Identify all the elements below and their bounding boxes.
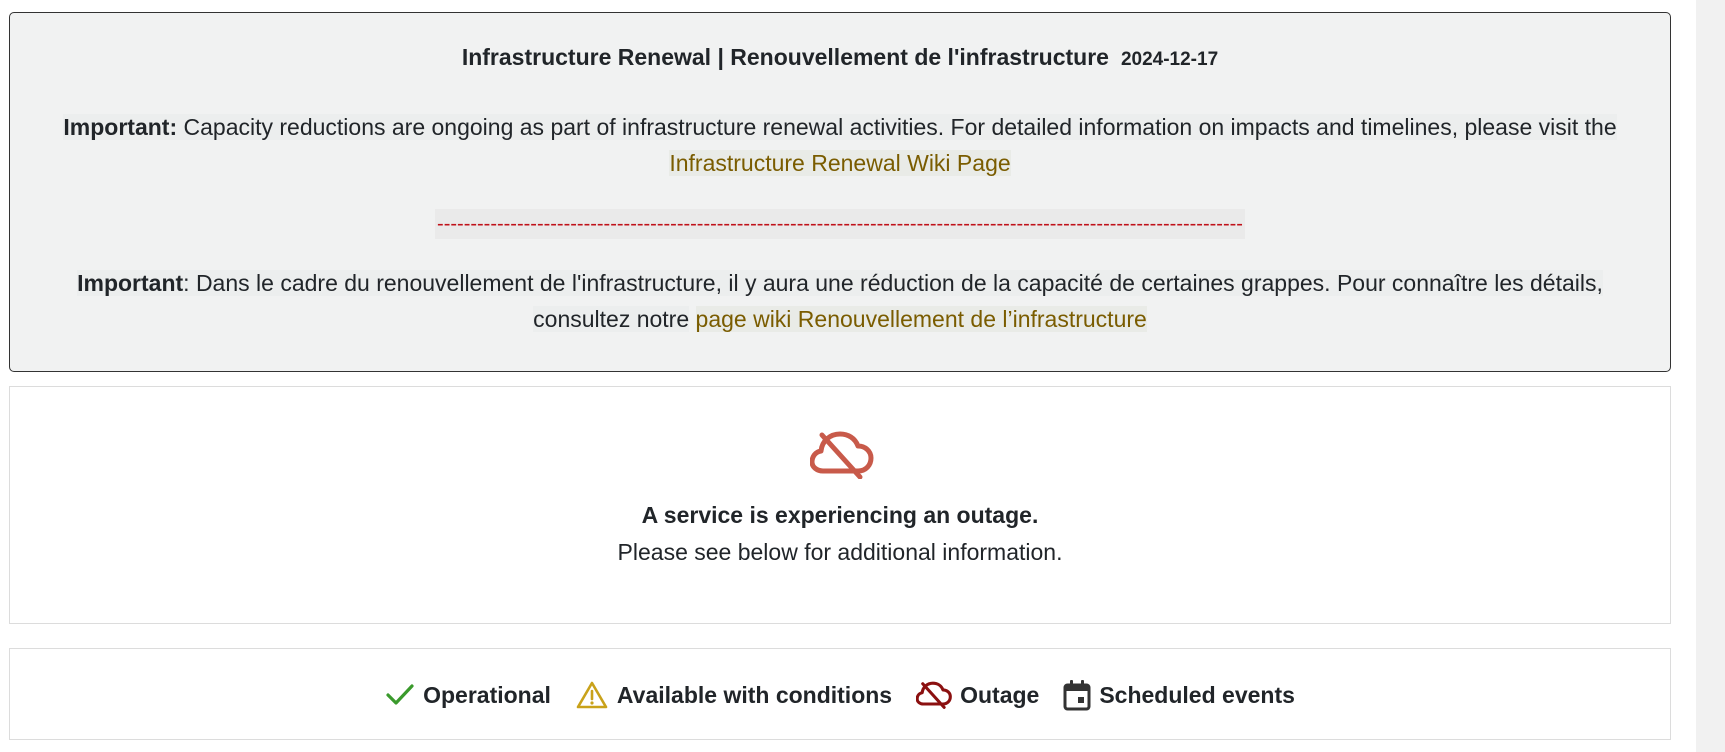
status-legend: Operational Available with conditions Ou…	[10, 679, 1670, 711]
renouvellement-wiki-link[interactable]: page wiki Renouvellement de l’infrastruc…	[695, 306, 1147, 332]
announcement-title: Infrastructure Renewal | Renouvellement …	[10, 44, 1670, 71]
language-divider: ----------------------------------------…	[10, 209, 1670, 241]
warning-icon	[576, 681, 608, 709]
calendar-icon	[1063, 680, 1091, 711]
legend-label: Outage	[960, 681, 1040, 708]
announcement-banner: Infrastructure Renewal | Renouvellement …	[9, 12, 1671, 372]
status-legend-panel: Operational Available with conditions Ou…	[9, 648, 1671, 740]
announcement-french: Important: Dans le cadre du renouvelleme…	[40, 265, 1640, 337]
status-subtext: Please see below for additional informat…	[617, 539, 1063, 565]
announcement-title-text: Infrastructure Renewal | Renouvellement …	[461, 44, 1109, 70]
legend-scheduled-events: Scheduled events	[1063, 679, 1295, 711]
cloud-off-icon	[916, 681, 952, 709]
divider-text: ----------------------------------------…	[435, 209, 1245, 239]
legend-label: Available with conditions	[616, 681, 893, 708]
announcement-fr-label: Important	[77, 270, 184, 296]
status-headline: A service is experiencing an outage.	[641, 502, 1039, 528]
announcement-english: Important: Capacity reductions are ongoi…	[40, 109, 1640, 181]
legend-label: Scheduled events	[1099, 681, 1295, 708]
legend-outage: Outage	[916, 681, 1039, 709]
legend-label: Operational	[423, 681, 551, 708]
infrastructure-renewal-wiki-link[interactable]: Infrastructure Renewal Wiki Page	[669, 150, 1011, 176]
legend-available-with-conditions: Available with conditions	[575, 680, 892, 710]
announcement-en-label: Important:	[63, 114, 178, 140]
cloud-off-icon	[810, 431, 874, 479]
announcement-en-text: Capacity reductions are ongoing as part …	[183, 114, 1617, 140]
announcement-date: 2024-12-17	[1120, 49, 1219, 70]
scrollbar-gutter[interactable]	[1696, 0, 1725, 752]
check-icon	[386, 684, 414, 705]
legend-operational: Operational	[385, 682, 551, 709]
status-summary-panel: A service is experiencing an outage. Ple…	[9, 386, 1671, 624]
